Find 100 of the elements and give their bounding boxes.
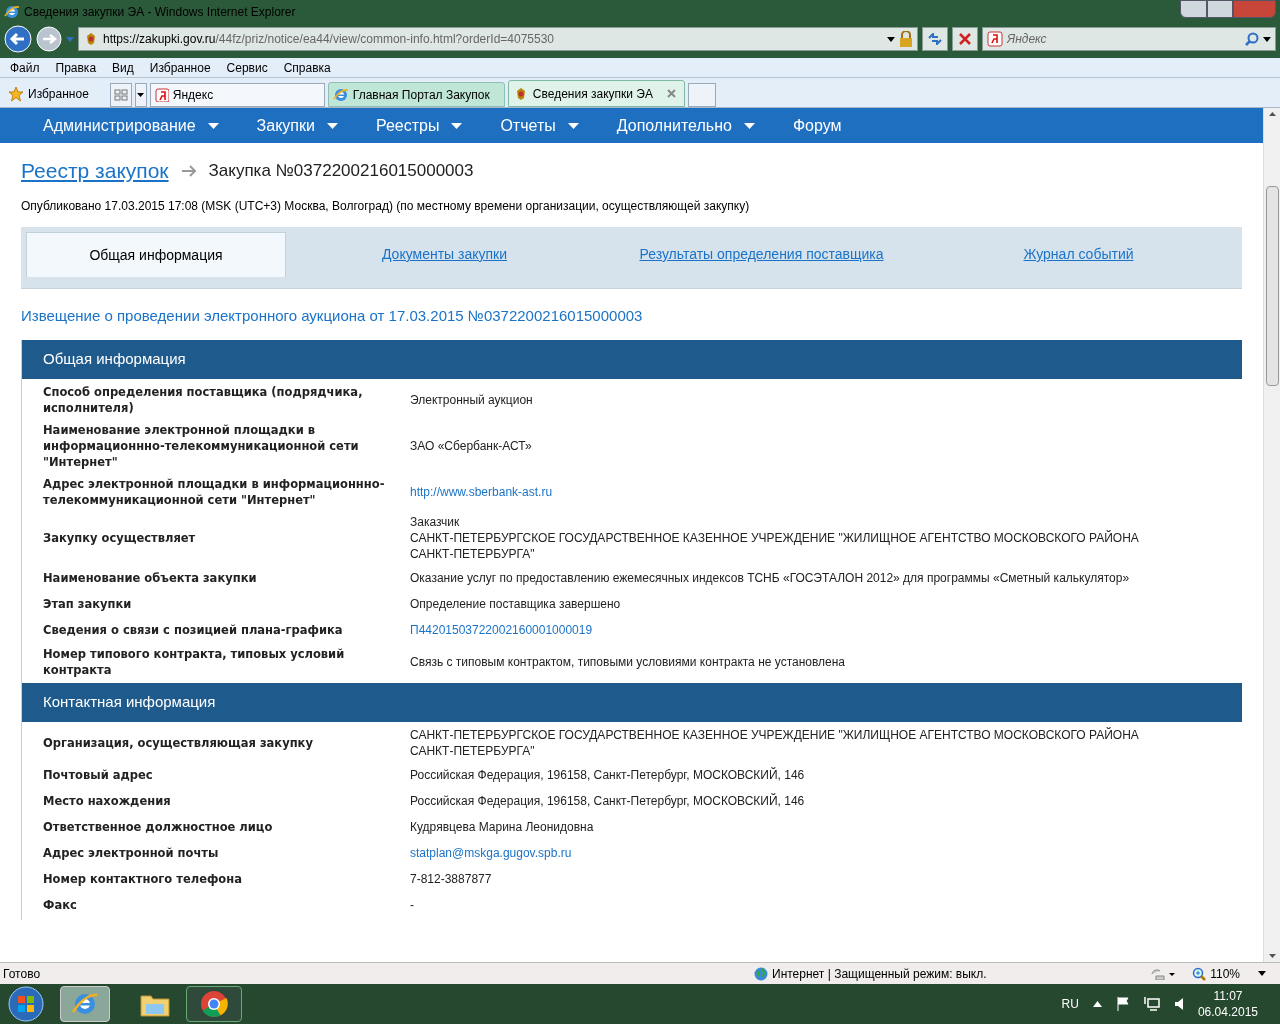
field-value: ЗАО «Сбербанк-АСТ» bbox=[410, 437, 533, 454]
ie-logo-icon bbox=[332, 86, 349, 103]
chrome-taskbar-button[interactable] bbox=[186, 986, 242, 1022]
speaker-icon bbox=[1173, 997, 1184, 1011]
nav-menu-item[interactable]: Реестры bbox=[375, 113, 463, 138]
search-field[interactable]: Яндекс bbox=[982, 27, 1276, 51]
forward-icon bbox=[36, 26, 62, 52]
network-icon bbox=[1143, 996, 1160, 1012]
menu-item[interactable]: Сервис bbox=[226, 58, 268, 77]
ie-logo-icon bbox=[4, 3, 20, 20]
language-indicator[interactable]: RU bbox=[1061, 995, 1079, 1013]
menu-item[interactable]: Избранное bbox=[149, 58, 211, 77]
nav-menu-item[interactable]: Форум bbox=[792, 113, 842, 138]
field-label: Способ определения поставщика (подрядчика, исполнителя) bbox=[42, 383, 364, 416]
field-value: Определение поставщика завершено bbox=[410, 595, 622, 612]
scroll-down-icon bbox=[1268, 954, 1276, 958]
field-label: Ответственное должностное лицо bbox=[42, 818, 274, 835]
field-label: Номер контактного телефона bbox=[42, 870, 243, 887]
page-tab[interactable]: Документы закупки bbox=[286, 232, 603, 277]
window-title: Сведения закупки ЭА - Windows Internet Explorer bbox=[24, 3, 296, 21]
caret-icon bbox=[326, 122, 338, 129]
tab-list-button[interactable] bbox=[134, 83, 147, 107]
caret-icon bbox=[207, 122, 219, 129]
field-value: САНКТ-ПЕТЕРБУРГСКОЕ ГОСУДАРСТВЕННОЕ КАЗЕННОЕ УЧРЕЖДЕНИЕ "ЖИЛИЩНОЕ АГЕНТСТВО МОСКОВСКОГО РАЙОНА САНКТ-ПЕТЕРБУРГА" bbox=[410, 529, 1140, 562]
zoom-button[interactable]: 110% bbox=[1192, 964, 1280, 983]
url-host: https://zakupki.gov.ru bbox=[103, 32, 216, 46]
field-label: Организация, осуществляющая закупку bbox=[42, 734, 314, 751]
page-tab[interactable]: Журнал событий bbox=[920, 232, 1237, 277]
caret-icon bbox=[451, 122, 463, 129]
field-value: Российская Федерация, 196158, Санкт-Петербург, МОСКОВСКИЙ, 146 bbox=[410, 792, 806, 809]
dropdown-arrow-icon bbox=[887, 36, 895, 42]
restore-button[interactable] bbox=[1207, 0, 1233, 18]
clock-time[interactable]: 11:07 bbox=[1213, 988, 1243, 1004]
field-label: Номер типового контракта, типовых условий контракта bbox=[42, 645, 346, 678]
search-placeholder: Яндекс bbox=[1007, 31, 1047, 48]
stop-button[interactable] bbox=[952, 27, 978, 51]
cross-icon bbox=[959, 33, 971, 45]
field-label: Этап закупки bbox=[42, 595, 133, 612]
scrollbar[interactable] bbox=[1263, 108, 1280, 962]
address-field[interactable]: https://zakupki.gov.ru/44fz/priz/notice/ea44/view/common-info.html?orderId=4075530 bbox=[78, 27, 918, 51]
menu-item[interactable]: Файл bbox=[10, 58, 40, 77]
refresh-icon bbox=[928, 33, 942, 45]
caret-icon bbox=[743, 122, 755, 129]
browser-tab[interactable]: Главная Портал Закупок bbox=[327, 82, 505, 107]
padlock-icon bbox=[899, 31, 913, 47]
scroll-up-icon bbox=[1268, 112, 1276, 116]
field-value: 7-812-3887877 bbox=[410, 870, 493, 887]
notice-link[interactable]: Извещение о проведении электронного аукциона от 17.03.2015 №0372200216015000003 bbox=[21, 305, 1242, 328]
field-link[interactable]: П44201503722002160001000019 bbox=[410, 621, 1182, 638]
dropdown-arrow-icon bbox=[66, 36, 74, 42]
field-label: Наименование электронной площадки в информационнно-телекоммуникационной сети "Интернет" bbox=[42, 421, 360, 470]
published-date: Опубликовано 17.03.2015 17:08 (MSK (UTC+3) Москва, Волгоград) (по местному времени организации, осуществляющей закупку) bbox=[21, 198, 751, 215]
minimize-button[interactable] bbox=[1180, 0, 1207, 18]
field-value: Оказание услуг по предоставлению ежемесячных индексов ТСНБ «ГОСЭТАЛОН 2012» для программы «Сметный калькулятор» bbox=[410, 569, 1131, 586]
nav-menu-item[interactable]: Администрирование bbox=[43, 113, 219, 138]
field-link[interactable]: statplan@mskga.gugov.spb.ru bbox=[410, 844, 1182, 861]
field-value: Связь с типовым контрактом, типовыми условиями контракта не установлена bbox=[410, 653, 847, 670]
nav-menu-item[interactable]: Дополнительно bbox=[616, 113, 755, 138]
field-label: Сведения о связи с позицией плана-графика bbox=[42, 621, 344, 638]
url-path: /44fz/priz/notice/ea44/view/common-info.html?orderId=4075530 bbox=[215, 32, 555, 46]
favorites-button[interactable]: Избранное bbox=[4, 81, 93, 107]
zoom-icon bbox=[1192, 966, 1207, 981]
menu-item[interactable]: Справка bbox=[283, 58, 331, 77]
breadcrumb-link[interactable]: Реестр закупок bbox=[21, 155, 169, 187]
page-title: Закупка №0372200216015000003 bbox=[208, 160, 474, 183]
flag-icon bbox=[1115, 996, 1130, 1012]
field-value: Российская Федерация, 196158, Санкт-Петербург, МОСКОВСКИЙ, 146 bbox=[410, 766, 806, 783]
field-label: Факс bbox=[42, 896, 78, 913]
field-value: САНКТ-ПЕТЕРБУРГСКОЕ ГОСУДАРСТВЕННОЕ КАЗЕННОЕ УЧРЕЖДЕНИЕ "ЖИЛИЩНОЕ АГЕНТСТВО МОСКОВСКОГО РАЙОНА САНКТ-ПЕТЕРБУРГА" bbox=[410, 726, 1140, 759]
status-text: Готово bbox=[2, 965, 42, 983]
nav-menu-item[interactable]: Закупки bbox=[256, 113, 338, 138]
scrollbar-thumb[interactable] bbox=[1265, 186, 1279, 386]
search-icon bbox=[1245, 32, 1259, 46]
field-label: Адрес электронной почты bbox=[42, 844, 220, 861]
clock-date[interactable]: 06.04.2015 bbox=[1197, 1004, 1258, 1020]
caret-icon bbox=[567, 122, 579, 129]
dropdown-arrow-icon bbox=[137, 93, 145, 97]
star-icon bbox=[8, 86, 24, 102]
globe-icon bbox=[754, 966, 768, 981]
zone-status: Интернет | Защищенный режим: выкл. bbox=[772, 965, 987, 983]
field-label: Наименование объекта закупки bbox=[42, 569, 258, 586]
field-label: Почтовый адрес bbox=[42, 766, 154, 783]
menu-item[interactable]: Правка bbox=[55, 58, 97, 77]
start-button[interactable] bbox=[6, 985, 46, 1023]
page-tab[interactable]: Общая информация bbox=[26, 232, 286, 277]
refresh-button[interactable] bbox=[922, 27, 948, 51]
favorite-link[interactable]: Яндекс bbox=[149, 83, 325, 107]
browser-tab[interactable]: Сведения закупки ЭА bbox=[507, 80, 685, 107]
field-value: Заказчик bbox=[410, 513, 461, 530]
windows-logo-icon bbox=[8, 986, 44, 1022]
field-label: Закупку осуществляет bbox=[42, 529, 197, 546]
chrome-logo-icon bbox=[200, 990, 228, 1018]
menu-item[interactable]: Вид bbox=[112, 58, 134, 77]
page-tab[interactable]: Результаты определения поставщика bbox=[603, 232, 920, 277]
nav-menu-item[interactable]: Отчеты bbox=[500, 113, 579, 138]
field-link[interactable]: http://www.sberbank-ast.ru bbox=[410, 483, 1182, 500]
ie-taskbar-button[interactable] bbox=[60, 986, 110, 1022]
field-label: Место нахождения bbox=[42, 792, 172, 809]
arrow-right-icon bbox=[180, 164, 197, 178]
field-value: Кудрявцева Марина Леонидовна bbox=[410, 818, 595, 835]
